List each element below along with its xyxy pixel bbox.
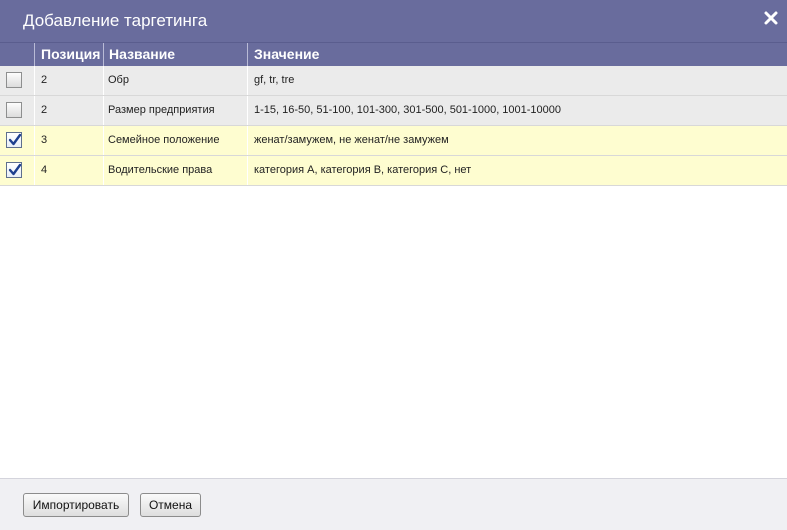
cell-value: 1-15, 16-50, 51-100, 101-300, 301-500, 5… [254,104,562,116]
table-row[interactable]: 2 Размер предприятия 1-15, 16-50, 51-100, … [0,96,787,126]
cancel-button[interactable]: Отмена [140,493,201,517]
table-row[interactable]: 4 Водительские права категория A, категори… [0,156,787,186]
checkmark-icon [8,163,22,176]
add-targeting-dialog: Добавление таргетинга Позиция Название З… [0,0,787,530]
row-checkbox[interactable] [6,162,22,178]
dialog-title: Добавление таргетинга [23,11,208,30]
table-header: Позиция Название Значение [0,43,787,66]
cell-value: категория A, категория B, категория C, н… [254,164,472,176]
cell-position: 2 [41,74,48,86]
cell-value: gf, tr, tre [254,74,295,86]
column-header-position[interactable]: Позиция [41,43,103,66]
row-checkbox[interactable] [6,132,22,148]
table-row[interactable]: 3 Семейное положение женат/замужем, не жен… [0,126,787,156]
cell-name: Размер предприятия [108,104,215,116]
checkmark-icon [8,133,22,146]
row-checkbox[interactable] [6,102,22,118]
cell-position: 2 [41,104,48,116]
cell-position: 4 [41,164,48,176]
row-checkbox[interactable] [6,72,22,88]
targeting-table-body: 2 Обр gf, tr, tre 2 Размер предприятия 1-15, … [0,66,787,186]
cell-value: женат/замужем, не женат/не замужем [254,134,449,146]
cell-name: Обр [108,74,129,86]
table-row[interactable]: 2 Обр gf, tr, tre [0,66,787,96]
import-button[interactable]: Импортировать [23,493,129,517]
column-header-name[interactable]: Название [109,43,246,66]
column-header-value[interactable]: Значение [254,43,774,66]
cell-name: Семейное положение [108,134,220,146]
close-icon[interactable] [763,10,779,26]
dialog-titlebar: Добавление таргетинга [0,0,787,43]
cell-position: 3 [41,134,48,146]
cell-name: Водительские права [108,164,213,176]
dialog-footer: Импортировать Отмена [0,478,787,530]
